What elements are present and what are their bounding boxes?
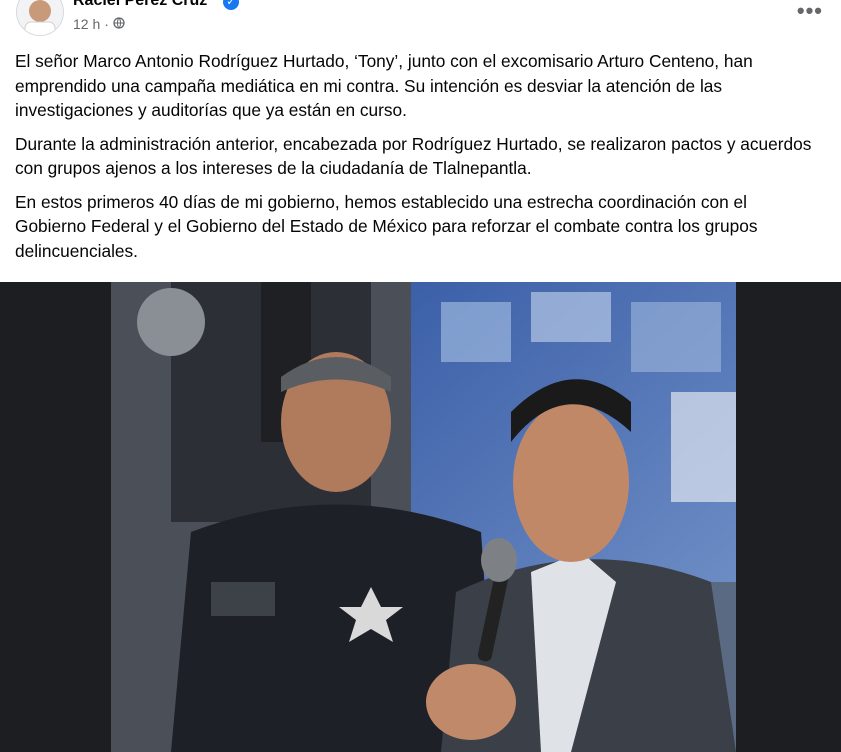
post-meta: 12 h · [73,16,125,32]
meta-separator: · [104,16,109,32]
more-options-icon[interactable]: ••• [797,0,823,22]
post-photo[interactable] [111,282,736,752]
post-photo-container [0,282,841,752]
post-header: Raciel Pérez Cruz ✓ 12 h · ••• [0,0,841,44]
verified-badge-icon: ✓ [223,0,239,10]
author-avatar[interactable] [16,0,64,36]
author-name[interactable]: Raciel Pérez Cruz [73,0,207,10]
post-paragraph-3: En estos primeros 40 días de mi gobierno… [15,191,758,261]
post-time[interactable]: 12 h [73,16,100,32]
globe-icon[interactable] [113,16,125,32]
photo-illustration [111,282,736,752]
post-paragraph-1: El señor Marco Antonio Rodríguez Hurtado… [15,51,753,120]
post-text: El señor Marco Antonio Rodríguez Hurtado… [15,49,815,272]
post-paragraph-2: Durante la administración anterior, enca… [15,133,812,179]
